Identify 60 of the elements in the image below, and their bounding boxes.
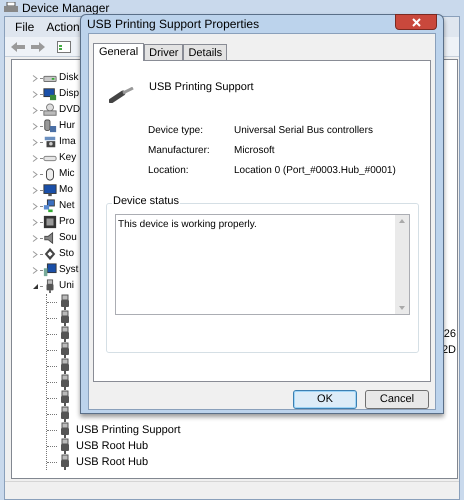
property-label: Location:: [148, 164, 190, 178]
menu-item[interactable]: Action: [42, 18, 84, 36]
tree-item[interactable]: Uni: [59, 281, 74, 291]
scroll-down-icon[interactable]: [399, 306, 405, 310]
dialog-title: USB Printing Support Properties: [87, 16, 260, 33]
tree-item[interactable]: Syst: [59, 265, 78, 275]
device-category-icon: [43, 215, 57, 229]
tree-item[interactable]: Sto: [59, 249, 74, 259]
device-category-icon: [43, 263, 57, 277]
printer-icon: [4, 2, 18, 14]
forward-button[interactable]: [31, 42, 45, 52]
tree-item[interactable]: Mo: [59, 185, 73, 195]
tree-item[interactable]: USB Root Hub: [76, 440, 148, 452]
forward-arrow-icon: [31, 42, 45, 52]
tree-item[interactable]: Pro: [59, 217, 75, 227]
tree-item[interactable]: 26: [444, 328, 456, 340]
cancel-button[interactable]: Cancel: [365, 390, 429, 409]
collapse-arrow-icon[interactable]: [32, 282, 39, 290]
tree-item[interactable]: Mic: [59, 169, 75, 179]
device-name: USB Printing Support: [149, 80, 254, 95]
tree-item[interactable]: Key: [59, 153, 76, 163]
tree-item[interactable]: USB Root Hub: [76, 456, 148, 468]
back-button[interactable]: [11, 42, 25, 52]
device-category-icon: [43, 135, 57, 149]
menu-item[interactable]: File: [11, 18, 38, 36]
tree-item[interactable]: Disp: [59, 89, 80, 99]
scrollbar[interactable]: [395, 215, 409, 314]
device-category-icon: [43, 87, 57, 101]
tab[interactable]: Driver: [144, 44, 184, 60]
device-category-icon: [43, 167, 57, 181]
ok-button[interactable]: OK: [293, 390, 357, 409]
tree-item[interactable]: Hur: [59, 121, 76, 131]
grid-icon: [57, 40, 71, 52]
tree-item[interactable]: Net: [59, 201, 75, 211]
tree-item[interactable]: Sou: [59, 233, 77, 243]
tree-item[interactable]: Disk: [59, 73, 78, 83]
property-value: Universal Serial Bus controllers: [234, 124, 373, 138]
close-icon: [412, 18, 420, 26]
status-text: This device is working properly.: [117, 218, 258, 232]
device-category-icon: [43, 199, 57, 213]
properties-button[interactable]: [57, 40, 71, 52]
back-arrow-icon: [11, 42, 25, 52]
property-label: Device type:: [148, 124, 204, 138]
property-label: Manufacturer:: [148, 144, 211, 158]
group-title: Device status: [112, 196, 180, 207]
usb-cable-icon: [109, 87, 135, 103]
device-category-icon: [43, 119, 57, 133]
tab[interactable]: Details: [183, 44, 228, 60]
device-category-icon: [43, 103, 57, 117]
property-value: Location 0 (Port_#0003.Hub_#0001): [234, 164, 396, 178]
tree-item[interactable]: USB Printing Support: [76, 424, 181, 436]
tree-item[interactable]: DVD: [59, 105, 80, 115]
close-button[interactable]: [395, 14, 437, 30]
tree-item[interactable]: Ima: [59, 137, 76, 147]
tab[interactable]: General: [93, 43, 144, 61]
property-value: Microsoft: [234, 144, 275, 158]
device-category-icon: [43, 247, 57, 261]
window-title: Device Manager: [22, 2, 110, 14]
scroll-up-icon[interactable]: [399, 219, 405, 223]
device-category-icon: [43, 183, 57, 197]
